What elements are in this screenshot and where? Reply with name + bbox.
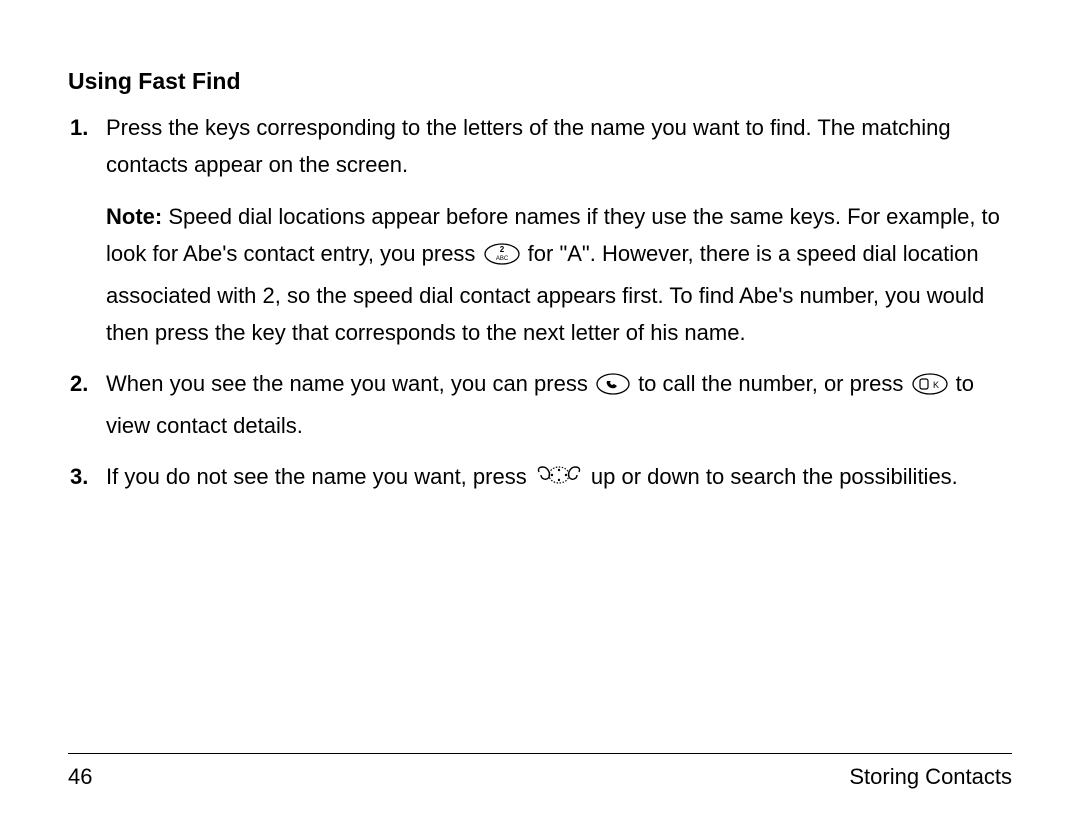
- page-footer: 46 Storing Contacts: [68, 753, 1012, 790]
- list-item: If you do not see the name you want, pre…: [68, 458, 1012, 499]
- step-text: Press the keys corresponding to the lett…: [106, 109, 1012, 184]
- note-paragraph: Note: Speed dial locations appear before…: [106, 198, 1012, 352]
- key-ok-icon: K: [912, 369, 948, 406]
- step-text-a: If you do not see the name you want, pre…: [106, 464, 533, 489]
- svg-text:K: K: [933, 380, 939, 390]
- note-label: Note:: [106, 204, 162, 229]
- page-number: 46: [68, 764, 92, 790]
- step-text-b: up or down to search the possibilities.: [585, 464, 958, 489]
- key-nav-icon: [535, 462, 583, 499]
- section-heading: Using Fast Find: [68, 68, 1012, 95]
- list-item: Press the keys corresponding to the lett…: [68, 109, 1012, 351]
- key-call-icon: [596, 369, 630, 406]
- list-item: When you see the name you want, you can …: [68, 365, 1012, 444]
- svg-text:ABC: ABC: [495, 256, 508, 262]
- key-2abc-icon: 2 ABC: [484, 239, 520, 276]
- step-text-a: When you see the name you want, you can …: [106, 371, 594, 396]
- section-name: Storing Contacts: [849, 764, 1012, 790]
- instruction-list: Press the keys corresponding to the lett…: [68, 109, 1012, 500]
- svg-text:2: 2: [499, 245, 504, 254]
- step-text-b: to call the number, or press: [632, 371, 910, 396]
